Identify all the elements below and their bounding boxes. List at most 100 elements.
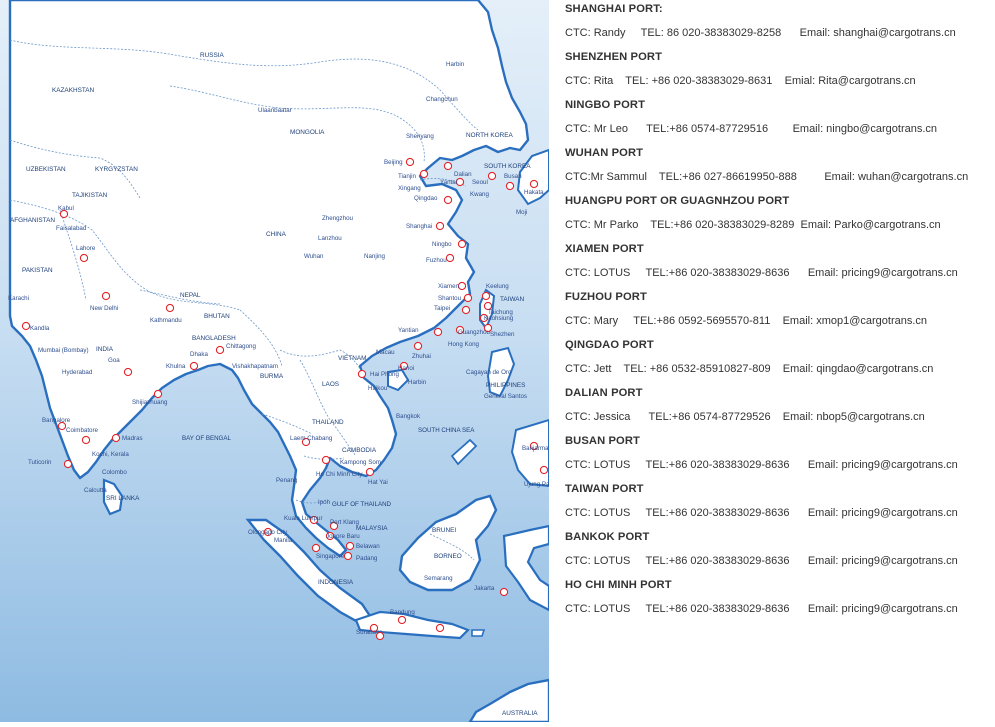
port-marker-icon: [435, 221, 445, 231]
port-title: DALIAN PORT: [565, 387, 643, 399]
city-label: Taipei: [434, 305, 450, 312]
country-label: BRUNEI: [432, 527, 456, 534]
city-label: Ho Chi Minh City: [316, 471, 363, 478]
port-marker-icon: [457, 239, 467, 249]
city-label: Madras: [122, 435, 143, 442]
sea-label: GULF OF THAILAND: [332, 501, 392, 508]
port-marker-icon: [529, 179, 539, 189]
city-label: Guangzhou: [458, 329, 491, 336]
port-marker-icon: [461, 305, 471, 315]
country-label: NEPAL: [180, 292, 201, 299]
port-marker-icon: [21, 321, 31, 331]
city-label: Coimbatore: [66, 427, 99, 434]
city-label: Macau: [376, 349, 395, 356]
port-marker-icon: [365, 467, 375, 477]
city-label: Dhaka: [190, 351, 208, 358]
city-label: Hat Yai: [368, 479, 388, 486]
city-label: Hyderabad: [62, 369, 93, 376]
city-label: Karachi: [8, 295, 29, 302]
sea-label: SOUTH CHINA SEA: [418, 427, 475, 434]
city-label: Manila: [274, 537, 293, 544]
port-contact-line[interactable]: CTC:Mr Sammul TEL:+86 027-86619950-888 E…: [565, 171, 968, 183]
country-label: VIETNAM: [338, 355, 366, 362]
port-contact-line[interactable]: CTC: Jett TEL: +86 0532-85910827-809 Ema…: [565, 363, 933, 375]
city-label: Dalian: [454, 171, 472, 178]
country-label: AFGHANISTAN: [10, 217, 55, 224]
port-marker-icon: [153, 389, 163, 399]
port-marker-icon: [311, 543, 321, 553]
city-label: Jakarta: [474, 585, 495, 592]
port-contact-line[interactable]: CTC: LOTUS TEL:+86 020-38383029-8636 Ema…: [565, 603, 958, 615]
city-label: Fuzhou: [426, 257, 447, 264]
city-label: Bangalore: [42, 417, 71, 424]
port-marker-icon: [487, 171, 497, 181]
city-label: Colombo: [102, 469, 127, 476]
port-marker-icon: [397, 615, 407, 625]
port-contact-line[interactable]: CTC: LOTUS TEL:+86 020-38383029-8636 Ema…: [565, 459, 958, 471]
bali: [471, 629, 486, 637]
port-title: BANKOK PORT: [565, 531, 650, 543]
port-contact-line[interactable]: CTC: Mr Parko TEL:+86 020-38383029-8289 …: [565, 219, 941, 231]
port-title: BUSAN PORT: [565, 435, 640, 447]
country-label: CAMBODIA: [342, 447, 377, 454]
city-label: Goa: [108, 357, 120, 364]
city-label: Yantai: [440, 179, 457, 186]
city-label: Olongapo City: [248, 529, 288, 536]
city-label: Hong Kong: [448, 341, 480, 348]
port-marker-icon: [375, 631, 385, 641]
city-label: New Delhi: [90, 305, 118, 312]
city-label: Qingdao: [414, 195, 438, 202]
city-label: Lahore: [76, 245, 96, 252]
port-marker-icon: [443, 195, 453, 205]
city-label: Nanjing: [364, 253, 386, 260]
country-label: BHUTAN: [204, 313, 230, 320]
city-label: Keelung: [486, 283, 509, 290]
city-label: Mumbai (Bombay): [38, 347, 89, 354]
city-label: Chittagong: [226, 343, 256, 350]
port-title: SHENZHEN PORT: [565, 51, 663, 63]
port-marker-icon: [455, 177, 465, 187]
country-label: NORTH KOREA: [466, 132, 513, 139]
port-title: SHANGHAI PORT:: [565, 3, 663, 15]
port-marker-icon: [165, 303, 175, 313]
city-label: Port Klang: [330, 519, 359, 526]
port-contact-line[interactable]: CTC: Rita TEL: +86 020-38383029-8631 Emi…: [565, 75, 916, 87]
port-title: NINGBO PORT: [565, 99, 646, 111]
city-label: Johore Baru: [326, 533, 360, 540]
port-contact-line[interactable]: CTC: LOTUS TEL:+86 020-38383029-8636 Ema…: [565, 267, 958, 279]
city-label: Bandung: [390, 609, 415, 616]
port-contact-line[interactable]: CTC: Mary TEL:+86 0592-5695570-811 Email…: [565, 315, 927, 327]
city-label: Cagayan de Oro: [466, 369, 512, 376]
port-contact-line[interactable]: CTC: LOTUS TEL:+86 020-38383029-8636 Ema…: [565, 507, 958, 519]
port-title: TAIWAN PORT: [565, 483, 644, 495]
port-marker-icon: [81, 435, 91, 445]
city-label: Kandla: [30, 325, 50, 332]
city-label: Harbin: [446, 61, 465, 68]
city-label: Shenyang: [406, 133, 434, 140]
city-label: Busan: [504, 173, 522, 180]
port-contact-line[interactable]: CTC: Jessica TEL:+86 0574-87729526 Email…: [565, 411, 925, 423]
city-label: Seoul: [472, 179, 488, 186]
city-label: Shijiazhuang: [132, 399, 168, 406]
city-label: Faisalabad: [56, 225, 87, 232]
city-label: Kampong Som: [340, 459, 381, 466]
port-contact-line[interactable]: CTC: Mr Leo TEL:+86 0574-87729516 Email:…: [565, 123, 937, 135]
port-marker-icon: [357, 369, 367, 379]
port-contact-line[interactable]: CTC: LOTUS TEL:+86 020-38383029-8636 Ema…: [565, 555, 958, 567]
city-label: Moji: [516, 209, 527, 216]
port-marker-icon: [405, 157, 415, 167]
country-label: TAIWAN: [500, 296, 525, 303]
city-label: Kochi, Kerala: [92, 451, 129, 458]
country-label: TAJIKISTAN: [72, 192, 108, 199]
city-label: Penang: [276, 477, 298, 484]
port-marker-icon: [345, 541, 355, 551]
city-label: Khulna: [166, 363, 186, 370]
city-label: Ningbo: [432, 241, 452, 248]
port-marker-icon: [463, 293, 473, 303]
port-marker-icon: [457, 281, 467, 291]
country-label: MALAYSIA: [356, 525, 388, 532]
port-title: FUZHOU PORT: [565, 291, 647, 303]
country-label: AUSTRALIA: [502, 710, 538, 717]
port-contact-line[interactable]: CTC: Randy TEL: 86 020-38383029-8258 Ema…: [565, 27, 956, 39]
city-label: Belawan: [356, 543, 380, 550]
